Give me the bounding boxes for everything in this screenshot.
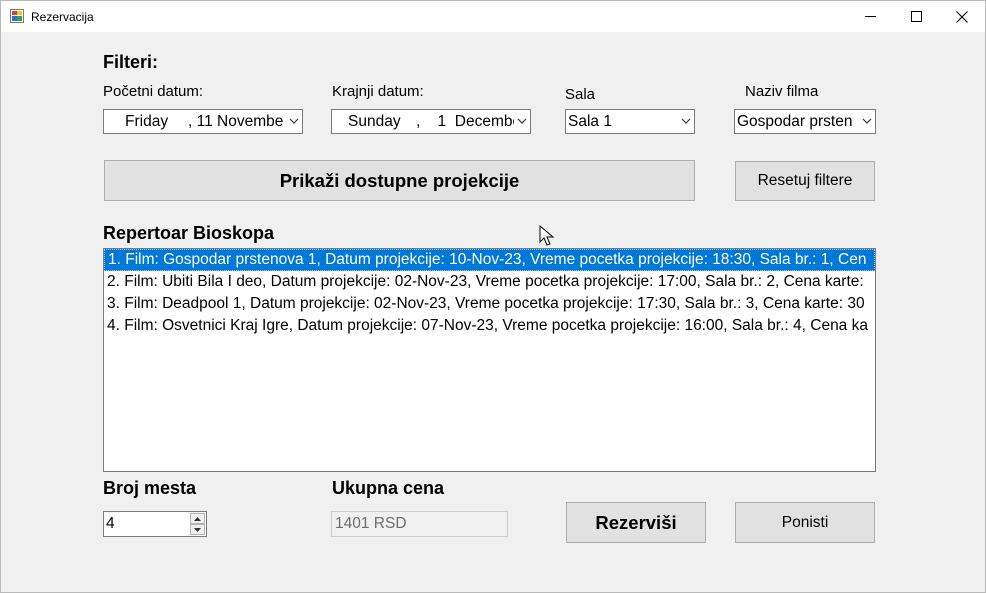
caret-down-icon (194, 527, 201, 532)
start-date-day: Friday (125, 113, 169, 130)
start-date-picker[interactable]: Friday , 11 Novembe (103, 109, 303, 134)
list-item[interactable]: 2. Film: Ubiti Bila I deo, Datum projekc… (104, 271, 875, 293)
stepper-down-button[interactable] (190, 524, 205, 535)
end-date-label: Krajnji datum: (332, 83, 424, 100)
chevron-down-icon (517, 118, 527, 124)
list-item[interactable]: 1. Film: Gospodar prstenova 1, Datum pro… (104, 249, 875, 271)
start-date-rest: , 11 Novembe (188, 113, 284, 130)
movie-label: Naziv filma (745, 83, 819, 100)
hall-select[interactable]: Sala 1 (565, 109, 695, 134)
repertoire-list[interactable]: 1. Film: Gospodar prstenova 1, Datum pro… (103, 248, 876, 472)
close-icon (956, 10, 968, 23)
total-price-field: 1401 RSD (331, 511, 508, 537)
title-bar[interactable]: Rezervacija (1, 1, 985, 32)
seats-stepper[interactable]: 4 (103, 511, 207, 537)
reserve-button[interactable]: Rezerviši (566, 502, 706, 543)
reset-filters-button[interactable]: Resetuj filtere (735, 161, 875, 201)
end-date-rest: , 1 Decembe (416, 113, 514, 130)
list-item[interactable]: 3. Film: Deadpool 1, Datum projekcije: 0… (104, 293, 875, 315)
minimize-button[interactable] (847, 1, 893, 32)
show-projections-button[interactable]: Prikaži dostupne projekcije (104, 160, 695, 201)
app-icon (10, 9, 24, 23)
total-price-value: 1401 RSD (335, 515, 407, 532)
chevron-down-icon (862, 118, 872, 124)
cancel-button[interactable]: Ponisti (735, 502, 875, 543)
list-item[interactable]: 4. Film: Osvetnici Kraj Igre, Datum proj… (104, 315, 875, 337)
movie-select[interactable]: Gospodar prsten (734, 109, 876, 134)
minimize-icon (864, 16, 876, 17)
movie-value: Gospodar prsten (737, 113, 853, 130)
window-title: Rezervacija (31, 10, 94, 24)
chevron-down-icon (681, 118, 691, 124)
stepper-up-button[interactable] (190, 513, 205, 524)
seats-value: 4 (106, 515, 115, 532)
start-date-label: Početni datum: (103, 83, 204, 100)
maximize-button[interactable] (893, 1, 939, 32)
hall-label: Sala (565, 86, 596, 103)
close-button[interactable] (939, 1, 985, 32)
filters-heading: Filteri: (103, 52, 159, 72)
chevron-down-icon (289, 118, 299, 124)
end-date-picker[interactable]: Sunday , 1 Decembe (331, 109, 531, 134)
reservation-window: Rezervacija Filteri: Početni datum: Frid… (0, 0, 986, 593)
total-price-label: Ukupna cena (332, 478, 445, 498)
caret-up-icon (194, 516, 201, 521)
seats-label: Broj mesta (103, 478, 197, 498)
hall-value: Sala 1 (568, 113, 612, 130)
maximize-icon (910, 11, 922, 22)
end-date-day: Sunday (348, 113, 401, 130)
repertoire-heading: Repertoar Bioskopa (103, 223, 275, 243)
mouse-cursor-icon (539, 225, 555, 246)
